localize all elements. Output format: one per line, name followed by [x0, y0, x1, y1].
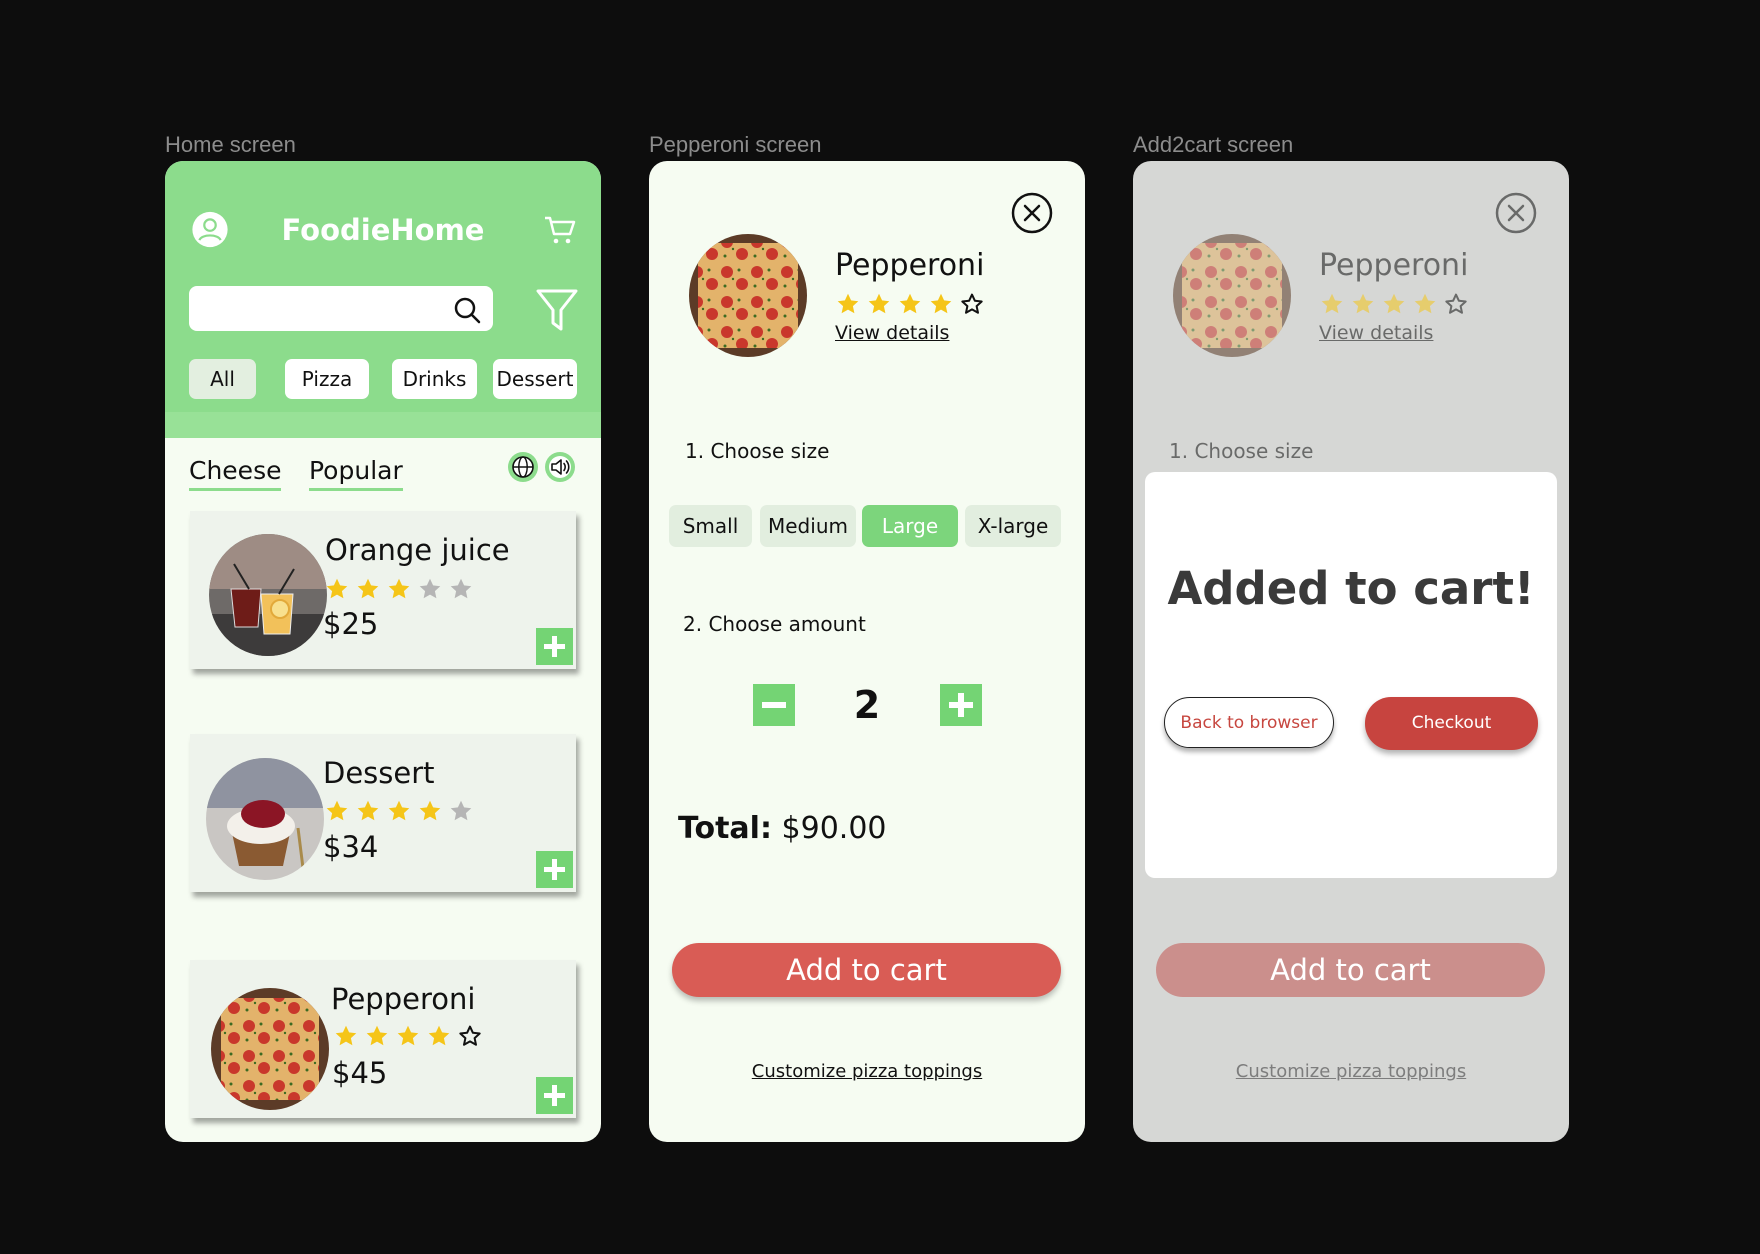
add-item-button[interactable]: [536, 1077, 573, 1114]
star-icon: [1382, 292, 1406, 316]
amount-section-label: 2. Choose amount: [683, 612, 866, 636]
dessert-image: [206, 758, 324, 880]
app-title: FoodieHome: [281, 213, 485, 247]
amount-value: 2: [853, 683, 881, 727]
size-small[interactable]: Small: [669, 505, 752, 547]
chip-pizza[interactable]: Pizza: [285, 359, 369, 399]
rating-stars: [325, 799, 473, 823]
item-price: $34: [323, 830, 379, 864]
total-label: Total:: [678, 811, 772, 846]
tab-popular[interactable]: Popular: [309, 456, 403, 491]
modal-title: Added to cart!: [1167, 562, 1535, 615]
star-outline-icon: [458, 1024, 482, 1048]
product-name: Pepperoni: [835, 248, 985, 283]
star-outline-icon: [1444, 292, 1468, 316]
star-icon: [929, 292, 953, 316]
home-screen: FoodieHome All Pizza Drinks Dessert Chee…: [165, 161, 601, 1142]
customize-toppings-link[interactable]: Customize pizza toppings: [1133, 1061, 1569, 1082]
star-icon: [449, 799, 473, 823]
orange-juice-image: [209, 534, 327, 656]
frame-label-home: Home screen: [165, 132, 296, 157]
globe-button[interactable]: [508, 452, 538, 482]
view-details-link[interactable]: View details: [1319, 322, 1433, 344]
list-item[interactable]: Pepperoni $45: [190, 960, 576, 1118]
checkout-button[interactable]: Checkout: [1365, 697, 1538, 750]
star-icon: [1413, 292, 1437, 316]
star-icon: [396, 1024, 420, 1048]
back-to-browser-button[interactable]: Back to browser: [1164, 697, 1334, 748]
star-icon: [325, 577, 349, 601]
item-price: $25: [323, 607, 379, 641]
item-name: Dessert: [323, 756, 435, 790]
star-icon: [387, 577, 411, 601]
close-icon[interactable]: [1011, 192, 1053, 234]
item-price: $45: [332, 1056, 388, 1090]
cart-icon[interactable]: [544, 215, 576, 245]
rating-stars: [836, 292, 984, 316]
star-icon: [1320, 292, 1344, 316]
star-icon: [449, 577, 473, 601]
size-section-label: 1. Choose size: [1169, 439, 1314, 463]
star-icon: [418, 799, 442, 823]
increase-button[interactable]: [940, 684, 982, 726]
size-medium[interactable]: Medium: [760, 505, 856, 547]
size-section-label: 1. Choose size: [685, 439, 830, 463]
product-name: Pepperoni: [1319, 248, 1469, 283]
search-input[interactable]: [189, 286, 493, 331]
customize-toppings-link[interactable]: Customize pizza toppings: [649, 1061, 1085, 1082]
add2cart-screen: Pepperoni View details 1. Choose size Ad…: [1133, 161, 1569, 1142]
close-icon[interactable]: [1495, 192, 1537, 234]
item-name: Orange juice: [325, 533, 510, 567]
item-name: Pepperoni: [331, 982, 476, 1016]
list-item[interactable]: Orange juice $25: [190, 511, 576, 669]
filter-icon[interactable]: [536, 288, 578, 332]
rating-stars: [334, 1024, 482, 1048]
chip-dessert[interactable]: Dessert: [493, 359, 577, 399]
star-icon: [836, 292, 860, 316]
globe-icon: [512, 456, 534, 478]
add-item-button[interactable]: [536, 851, 573, 888]
pepperoni-image: [689, 234, 807, 357]
total: Total: $90.00: [678, 811, 887, 846]
rating-stars: [1320, 292, 1468, 316]
add-item-button[interactable]: [536, 628, 573, 665]
star-icon: [898, 292, 922, 316]
pepperoni-image: [211, 988, 329, 1110]
star-icon: [365, 1024, 389, 1048]
view-details-link[interactable]: View details: [835, 322, 949, 344]
pepperoni-screen: Pepperoni View details 1. Choose size Sm…: [649, 161, 1085, 1142]
chip-drinks[interactable]: Drinks: [392, 359, 477, 399]
home-header: FoodieHome All Pizza Drinks Dessert: [165, 161, 601, 438]
star-icon: [356, 577, 380, 601]
plus-icon-vertical: [958, 693, 964, 717]
chip-all[interactable]: All: [189, 359, 256, 399]
search-icon[interactable]: [453, 296, 481, 324]
header-strip: [165, 412, 601, 438]
frame-label-add2cart: Add2cart screen: [1133, 132, 1294, 157]
add-to-cart-button[interactable]: Add to cart: [672, 943, 1061, 997]
speaker-button[interactable]: [545, 452, 575, 482]
list-item[interactable]: Dessert $34: [190, 734, 576, 892]
star-icon: [325, 799, 349, 823]
star-icon: [427, 1024, 451, 1048]
frame-label-pepperoni: Pepperoni screen: [649, 132, 822, 157]
tab-cheese[interactable]: Cheese: [189, 456, 282, 491]
star-outline-icon: [960, 292, 984, 316]
added-to-cart-modal: Added to cart! Back to browser Checkout: [1145, 472, 1557, 878]
star-icon: [1351, 292, 1375, 316]
star-icon: [356, 799, 380, 823]
star-icon: [387, 799, 411, 823]
pepperoni-image: [1173, 234, 1291, 357]
size-x-large[interactable]: X-large: [965, 505, 1061, 547]
total-value: $90.00: [781, 811, 887, 846]
star-icon: [334, 1024, 358, 1048]
add-to-cart-button[interactable]: Add to cart: [1156, 943, 1545, 997]
size-large[interactable]: Large: [862, 505, 958, 547]
star-icon: [867, 292, 891, 316]
star-icon: [418, 577, 442, 601]
rating-stars: [325, 577, 473, 601]
speaker-icon: [549, 456, 571, 478]
